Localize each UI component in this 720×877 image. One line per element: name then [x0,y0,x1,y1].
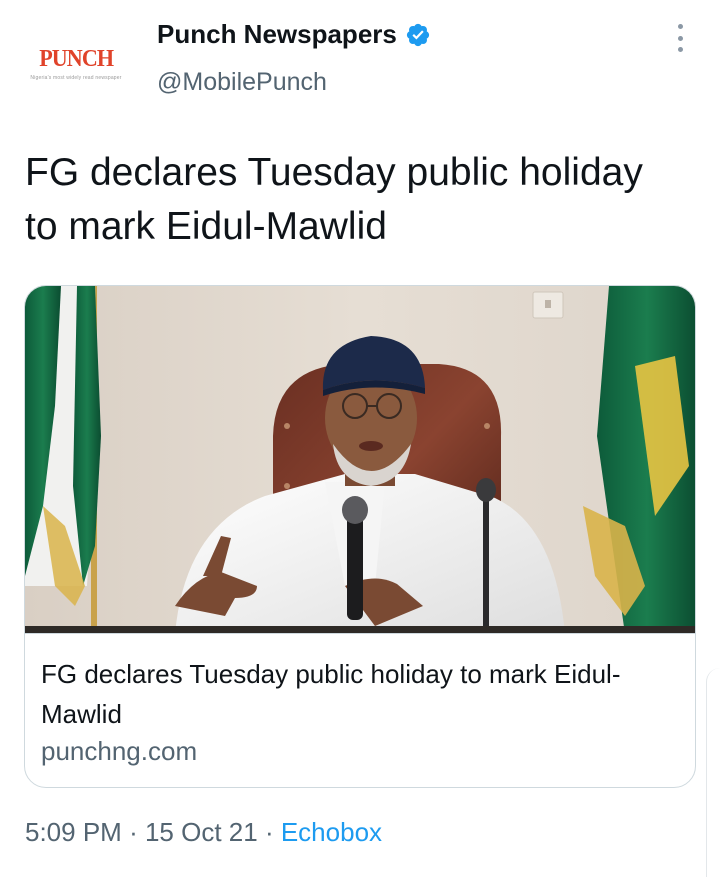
punch-logo: PUNCH [39,45,114,72]
link-card[interactable]: FG declares Tuesday public holiday to ma… [24,285,696,788]
tweet-text: FG declares Tuesday public holiday to ma… [25,151,643,248]
tweet-date[interactable]: 15 Oct 21 [145,817,258,847]
punch-logo-tagline: Nigeria's most widely read newspaper [30,74,122,81]
link-card-domain: punchng.com [41,736,198,766]
meta-separator: · [129,817,138,847]
verified-badge-icon [405,22,431,48]
tweet-time[interactable]: 5:09 PM [25,817,122,847]
link-card-title[interactable]: FG declares Tuesday public holiday to ma… [41,654,661,734]
avatar[interactable]: PUNCH Nigeria's most widely read newspap… [20,18,132,108]
edge-overlay [706,668,720,877]
more-vertical-icon[interactable] [674,24,686,52]
tweet[interactable]: PUNCH Nigeria's most widely read newspap… [0,0,720,877]
meta-separator: · [264,817,274,847]
tweet-source[interactable]: Echobox [281,817,382,847]
author-handle[interactable]: @MobilePunch [157,68,327,97]
link-card-image[interactable] [25,286,695,634]
author-name-row[interactable]: Punch Newspapers [157,19,431,50]
display-name[interactable]: Punch Newspapers [157,19,397,50]
more-dot [677,47,683,52]
more-dot [677,24,683,29]
tweet-meta: 5:09 PM · 15 Oct 21 · Echobox [25,817,382,848]
more-dot [677,35,683,41]
